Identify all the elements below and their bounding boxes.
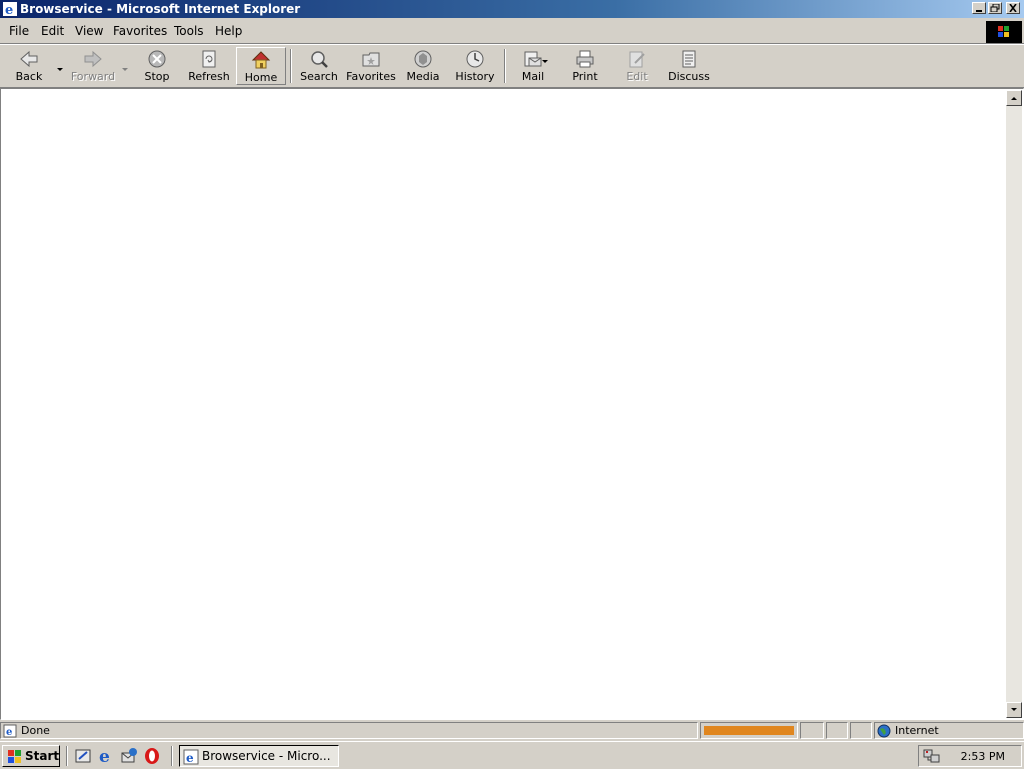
search-label: Search: [300, 70, 338, 83]
start-label: Start: [25, 749, 60, 763]
ie-icon: e: [3, 2, 17, 18]
refresh-button[interactable]: Refresh: [184, 47, 234, 85]
home-button[interactable]: Home: [236, 47, 286, 85]
discuss-button[interactable]: Discuss: [664, 47, 714, 85]
menu-tools[interactable]: Tools: [174, 24, 204, 38]
menu-favorites[interactable]: Favorites: [113, 24, 167, 38]
windows-logo-throbber: [986, 21, 1022, 43]
title-bar[interactable]: e Browservice - Microsoft Internet Explo…: [0, 0, 1024, 18]
history-label: History: [455, 70, 495, 83]
zone-label: Internet: [895, 724, 939, 737]
mail-label: Mail: [521, 70, 545, 83]
minimize-button[interactable]: [972, 2, 986, 14]
history-clock-icon: [465, 49, 485, 69]
refresh-icon: [199, 49, 219, 69]
forward-button[interactable]: Forward: [66, 47, 120, 85]
taskbar-button-ie-window[interactable]: e Browservice - Micro...: [179, 745, 339, 767]
clock[interactable]: 2:53 PM: [961, 750, 1005, 763]
favorites-button[interactable]: Favorites: [346, 47, 396, 85]
mail-button[interactable]: Mail: [508, 47, 558, 85]
toolbar-separator: [504, 49, 506, 83]
menu-file[interactable]: File: [9, 24, 29, 38]
stop-label: Stop: [144, 70, 170, 83]
network-icon[interactable]: [923, 748, 941, 767]
discuss-label: Discuss: [668, 70, 710, 83]
page-done-icon: e: [3, 724, 17, 741]
security-zone-pane[interactable]: Internet: [874, 722, 1024, 739]
mail-icon: [523, 49, 543, 69]
back-button[interactable]: Back: [4, 47, 54, 85]
printer-icon: [575, 49, 595, 69]
stop-button[interactable]: Stop: [132, 47, 182, 85]
toolbar-separator: [290, 49, 292, 83]
print-button[interactable]: Print: [560, 47, 610, 85]
opera-browser-icon[interactable]: [143, 747, 161, 765]
ie-page-icon: e: [183, 749, 199, 768]
menu-view[interactable]: View: [75, 24, 103, 38]
refresh-label: Refresh: [188, 70, 230, 83]
forward-dropdown-icon[interactable]: [121, 63, 129, 71]
status-pane-empty: [800, 722, 824, 739]
mail-dropdown-icon[interactable]: [541, 55, 549, 63]
edit-button[interactable]: Edit: [612, 47, 662, 85]
taskbar-separator: [66, 746, 68, 766]
history-button[interactable]: History: [450, 47, 500, 85]
status-bar: e Done Internet: [0, 721, 1024, 741]
internet-globe-icon: [877, 724, 891, 741]
svg-text:e: e: [186, 751, 194, 765]
discuss-icon: [679, 49, 699, 69]
restore-button[interactable]: [988, 2, 1002, 14]
taskbar: Start e e Browservice - Micro... 2:53 PM: [0, 741, 1024, 769]
forward-label: Forward: [70, 70, 116, 83]
media-icon: [413, 49, 433, 69]
search-icon: [309, 49, 329, 69]
status-text: Done: [21, 724, 50, 737]
taskbar-separator: [171, 746, 173, 766]
task-label: Browservice - Micro...: [202, 749, 331, 763]
menu-edit[interactable]: Edit: [41, 24, 64, 38]
status-pane-empty: [850, 722, 872, 739]
system-tray: 2:53 PM: [918, 745, 1022, 767]
edit-icon: [627, 49, 647, 69]
status-pane-empty: [826, 722, 848, 739]
print-label: Print: [572, 70, 598, 83]
back-dropdown-icon[interactable]: [56, 63, 64, 71]
menu-help[interactable]: Help: [215, 24, 242, 38]
status-text-pane: e Done: [0, 722, 698, 739]
window-title: Browservice - Microsoft Internet Explore…: [20, 2, 301, 16]
progress-bar-fill: [704, 726, 794, 735]
back-label: Back: [15, 70, 43, 83]
page-content-area[interactable]: [0, 88, 1024, 720]
vertical-scrollbar[interactable]: [1006, 90, 1022, 718]
scroll-up-button[interactable]: [1006, 90, 1022, 106]
standard-toolbar: Back Forward Stop Refresh Home Search Fa…: [0, 44, 1024, 88]
home-label: Home: [244, 71, 278, 84]
stop-icon: [147, 49, 167, 69]
outlook-express-icon[interactable]: [120, 747, 138, 765]
show-desktop-icon[interactable]: [74, 747, 92, 765]
progress-pane: [700, 722, 798, 739]
windows-logo-icon: [6, 748, 22, 767]
favorites-folder-icon: [361, 49, 381, 69]
home-icon: [251, 50, 271, 70]
media-button[interactable]: Media: [398, 47, 448, 85]
scroll-down-button[interactable]: [1006, 702, 1022, 718]
menu-bar: File Edit View Favorites Tools Help: [0, 19, 1024, 44]
search-button[interactable]: Search: [294, 47, 344, 85]
svg-text:e: e: [99, 747, 110, 765]
favorites-label: Favorites: [346, 70, 396, 83]
internet-explorer-quicklaunch-icon[interactable]: e: [97, 747, 115, 767]
svg-text:e: e: [6, 727, 12, 738]
media-label: Media: [406, 70, 440, 83]
close-button[interactable]: [1006, 2, 1020, 14]
forward-arrow-icon: [83, 49, 103, 69]
start-button[interactable]: Start: [2, 745, 60, 767]
back-arrow-icon: [19, 49, 39, 69]
edit-label: Edit: [626, 70, 648, 83]
svg-text:e: e: [5, 3, 13, 16]
